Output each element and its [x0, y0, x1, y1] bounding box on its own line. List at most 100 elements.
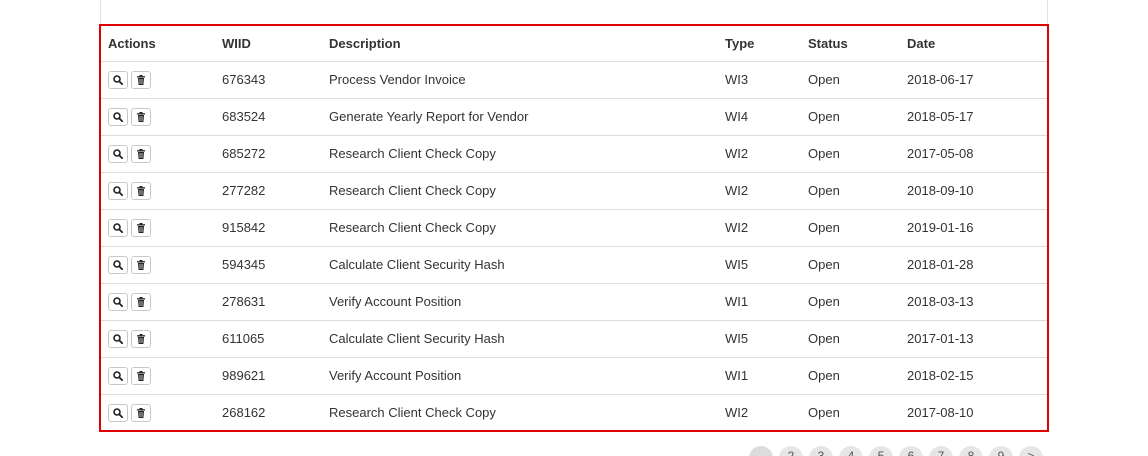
cell-description: Verify Account Position [322, 357, 718, 395]
cell-type: WI2 [718, 209, 801, 247]
cell-description: Calculate Client Security Hash [322, 246, 718, 284]
cell-wiid: 611065 [215, 320, 322, 358]
trash-icon [137, 333, 145, 344]
table-row: 989621 Verify Account Position WI1 Open … [101, 357, 1047, 395]
delete-button[interactable] [131, 218, 151, 237]
pagination-page-4[interactable]: 4 [839, 446, 863, 456]
work-items-table: Actions WIID Description Type Status Dat… [101, 26, 1047, 431]
table-row: 278631 Verify Account Position WI1 Open … [101, 283, 1047, 321]
row-actions-cell [101, 320, 215, 358]
cell-date: 2017-05-08 [900, 135, 1047, 173]
cell-type: WI2 [718, 172, 801, 210]
trash-icon [137, 222, 145, 233]
row-actions-cell [101, 61, 215, 99]
view-button[interactable] [108, 403, 128, 422]
table-header-row: Actions WIID Description Type Status Dat… [101, 26, 1047, 62]
cell-description: Calculate Client Security Hash [322, 320, 718, 358]
cell-date: 2017-08-10 [907, 405, 974, 421]
delete-button[interactable] [131, 329, 151, 348]
view-button[interactable] [108, 107, 128, 126]
row-actions-cell [101, 98, 215, 136]
table-row: 594345 Calculate Client Security Hash WI… [101, 246, 1047, 284]
header-date[interactable]: Date [900, 26, 1047, 62]
search-icon [113, 185, 123, 196]
work-items-table-highlight: Actions WIID Description Type Status Dat… [99, 24, 1049, 432]
cell-description: Research Client Check Copy [322, 135, 718, 173]
cell-type: WI3 [718, 61, 801, 99]
pagination-page-5[interactable]: 5 [869, 446, 893, 456]
view-button[interactable] [108, 255, 128, 274]
delete-button[interactable] [131, 107, 151, 126]
table-row: 915842 Research Client Check Copy WI2 Op… [101, 209, 1047, 247]
cell-wiid: 278631 [215, 283, 322, 321]
cell-description: Research Client Check Copy [322, 172, 718, 210]
delete-button[interactable] [131, 144, 151, 163]
row-actions-cell [101, 209, 215, 247]
table-body: 676343 Process Vendor Invoice WI3 Open 2… [101, 61, 1047, 431]
cell-wiid: 277282 [215, 172, 322, 210]
table-row: 611065 Calculate Client Security Hash WI… [101, 320, 1047, 358]
delete-button[interactable] [131, 181, 151, 200]
cell-type: WI5 [718, 246, 801, 284]
search-icon [113, 333, 123, 344]
trash-icon [137, 296, 145, 307]
cell-status: Open [801, 135, 900, 173]
cell-status: Open [801, 246, 900, 284]
delete-button[interactable] [131, 255, 151, 274]
table-row: 683524 Generate Yearly Report for Vendor… [101, 98, 1047, 136]
view-button[interactable] [108, 366, 128, 385]
pagination-page-1[interactable]: 1 [749, 446, 773, 456]
search-icon [113, 296, 123, 307]
cell-type: WI4 [718, 98, 801, 136]
trash-icon [137, 259, 145, 270]
view-button[interactable] [108, 292, 128, 311]
cell-wiid: 594345 [215, 246, 322, 284]
table-row: 685272 Research Client Check Copy WI2 Op… [101, 135, 1047, 173]
pagination-page-9[interactable]: 9 [989, 446, 1013, 456]
cell-description: Verify Account Position [322, 283, 718, 321]
pagination-page-6[interactable]: 6 [899, 446, 923, 456]
pagination-next-button[interactable]: > [1019, 446, 1043, 456]
pagination-page-3[interactable]: 3 [809, 446, 833, 456]
view-button[interactable] [108, 181, 128, 200]
cell-wiid: 685272 [215, 135, 322, 173]
search-icon [113, 259, 123, 270]
cell-status: Open [801, 98, 900, 136]
cell-type: WI1 [718, 283, 801, 321]
delete-button[interactable] [131, 292, 151, 311]
trash-icon [137, 185, 145, 196]
pagination-page-7[interactable]: 7 [929, 446, 953, 456]
work-items-page: Actions WIID Description Type Status Dat… [0, 0, 1148, 456]
delete-button[interactable] [131, 403, 151, 422]
header-description[interactable]: Description [322, 26, 718, 62]
cell-type: WI2 [718, 135, 801, 173]
view-button[interactable] [108, 144, 128, 163]
view-button[interactable] [108, 70, 128, 89]
search-icon [113, 148, 123, 159]
cell-wiid: 676343 [215, 61, 322, 99]
cell-status: Open [808, 405, 840, 421]
delete-button[interactable] [131, 366, 151, 385]
trash-icon [137, 370, 145, 381]
cell-status: Open [801, 283, 900, 321]
trash-icon [137, 74, 145, 85]
pagination-page-8[interactable]: 8 [959, 446, 983, 456]
header-status[interactable]: Status [801, 26, 900, 62]
trash-icon [137, 148, 145, 159]
cell-wiid: 268162 [222, 405, 266, 421]
cell-wiid: 683524 [215, 98, 322, 136]
delete-button[interactable] [131, 70, 151, 89]
row-actions-cell [101, 357, 215, 395]
table-row: 277282 Research Client Check Copy WI2 Op… [101, 172, 1047, 210]
header-wiid[interactable]: WIID [215, 26, 322, 62]
cell-wiid: 915842 [215, 209, 322, 247]
view-button[interactable] [108, 329, 128, 348]
cell-description: Process Vendor Invoice [322, 61, 718, 99]
cell-description: Generate Yearly Report for Vendor [322, 98, 718, 136]
pagination-page-2[interactable]: 2 [779, 446, 803, 456]
search-icon [113, 222, 123, 233]
cell-status: Open [801, 61, 900, 99]
view-button[interactable] [108, 218, 128, 237]
header-type[interactable]: Type [718, 26, 801, 62]
cell-date: 2018-05-17 [900, 98, 1047, 136]
